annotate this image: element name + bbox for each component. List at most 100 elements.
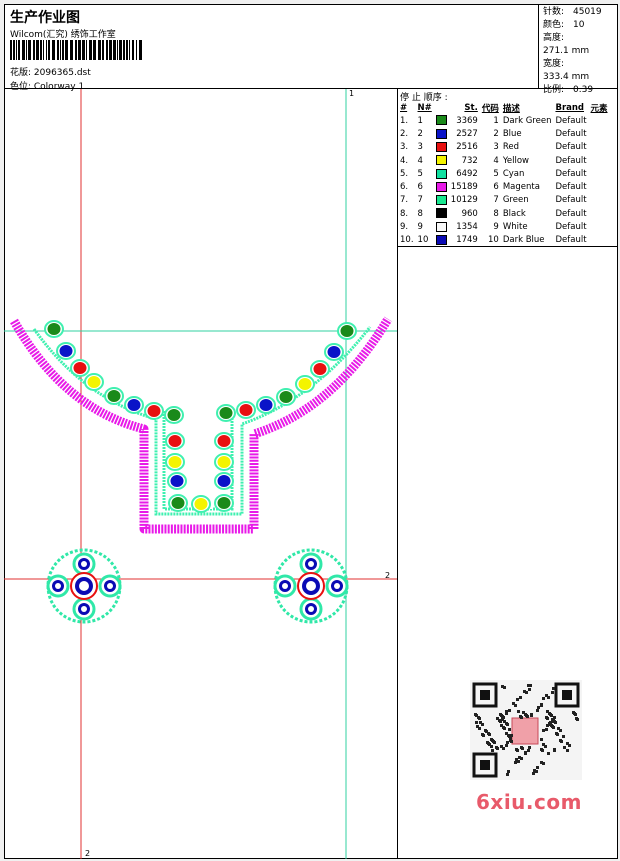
row-stitches: 2516 xyxy=(456,142,478,153)
row-element xyxy=(589,154,610,167)
row-element xyxy=(589,114,610,127)
flower-motif-right xyxy=(273,548,349,624)
design-file-label: 花版: 2096365.dst xyxy=(10,68,91,78)
row-brand: Default xyxy=(555,115,587,126)
bead xyxy=(70,359,90,377)
guide-label-2-bottom: 2 xyxy=(85,849,91,858)
row-description: Dark Green xyxy=(502,115,552,126)
row-index: 5. xyxy=(400,168,409,179)
row-code: 1 xyxy=(493,115,499,126)
row-code: 8 xyxy=(493,208,499,219)
row-brand: Default xyxy=(555,155,587,166)
table-row[interactable]: 10. 10 1749 10 Dark Blue Default xyxy=(398,234,610,247)
bead xyxy=(295,375,315,393)
row-index: 8. xyxy=(400,208,409,219)
sheet-title: 生产作业图 xyxy=(10,10,80,26)
row-stitches: 15189 xyxy=(450,182,478,193)
row-description: Dark Blue xyxy=(502,235,545,246)
bead xyxy=(144,402,164,420)
row-code: 10 xyxy=(488,235,499,246)
color-swatch xyxy=(435,115,447,126)
row-brand: Default xyxy=(555,168,587,179)
row-swatch xyxy=(434,194,449,207)
bead xyxy=(256,396,276,414)
table-row[interactable]: 8. 8 960 8 Black Default xyxy=(398,207,610,220)
bead xyxy=(324,343,344,361)
stat-width: 宽度:333.4 mm xyxy=(543,59,590,82)
row-brand: Default xyxy=(555,208,587,219)
row-element xyxy=(589,207,610,220)
bead xyxy=(236,401,256,419)
row-code: 5 xyxy=(493,168,499,179)
row-stitches: 1354 xyxy=(456,222,478,233)
row-swatch xyxy=(434,167,449,180)
bead xyxy=(164,406,184,424)
bead xyxy=(124,396,144,414)
row-stitches: 960 xyxy=(461,208,478,219)
row-needle: 4 xyxy=(417,155,423,166)
row-brand: Default xyxy=(555,222,587,233)
row-description: Red xyxy=(502,142,519,153)
row-element xyxy=(589,234,610,247)
row-description: White xyxy=(502,222,528,233)
col-header-description: 描述 xyxy=(502,103,520,114)
table-row[interactable]: 6. 6 15189 6 Magenta Default xyxy=(398,180,610,193)
table-row[interactable]: 2. 2 2527 2 Blue Default xyxy=(398,127,610,140)
stat-colors: 颜色: 10 xyxy=(543,20,585,30)
qr-code-image xyxy=(470,680,582,780)
row-description: Yellow xyxy=(502,155,530,166)
col-header-element: 元素 xyxy=(590,103,608,114)
row-code: 3 xyxy=(493,142,499,153)
row-swatch xyxy=(434,234,449,247)
row-index: 6. xyxy=(400,182,409,193)
bead xyxy=(56,342,76,360)
table-row[interactable]: 5. 5 6492 5 Cyan Default xyxy=(398,167,610,180)
row-needle: 7 xyxy=(417,195,423,206)
sheet-subtitle: Wilcom(汇究) 绣饰工作室 xyxy=(10,30,116,40)
row-code: 7 xyxy=(493,195,499,206)
col-header-brand: Brand xyxy=(555,102,585,113)
bead xyxy=(191,495,211,513)
table-row[interactable]: 7. 7 10129 7 Green Default xyxy=(398,194,610,207)
row-element xyxy=(589,180,610,193)
row-swatch xyxy=(434,127,449,140)
bead xyxy=(165,432,185,450)
row-needle: 3 xyxy=(417,142,423,153)
table-row[interactable]: 1. 1 3369 1 Dark Green Default xyxy=(398,114,610,127)
table-header-row: # N# St. 代码 描述 Brand 元素 xyxy=(398,101,610,114)
row-index: 1. xyxy=(400,115,409,126)
row-needle: 8 xyxy=(417,208,423,219)
row-needle: 2 xyxy=(417,128,423,139)
row-brand: Default xyxy=(555,142,587,153)
color-swatch xyxy=(435,221,447,232)
bead xyxy=(165,453,185,471)
color-swatch xyxy=(435,128,447,139)
design-preview-canvas[interactable]: 1 2 2 xyxy=(4,89,398,859)
embroidery-design-drawing xyxy=(4,89,397,859)
row-stitches: 732 xyxy=(461,155,478,166)
row-brand: Default xyxy=(555,182,587,193)
row-code: 9 xyxy=(493,222,499,233)
row-element xyxy=(589,127,610,140)
color-swatch xyxy=(435,235,447,246)
row-stitches: 3369 xyxy=(456,115,478,126)
row-needle: 10 xyxy=(417,235,429,246)
row-swatch xyxy=(434,154,449,167)
row-swatch xyxy=(434,114,449,127)
col-header-stitches: St. xyxy=(464,102,478,113)
table-row[interactable]: 9. 9 1354 9 White Default xyxy=(398,220,610,233)
qr-logo-stamp xyxy=(511,717,539,745)
row-index: 4. xyxy=(400,155,409,166)
col-header-index: # xyxy=(400,102,408,113)
row-element xyxy=(589,220,610,233)
row-description: Magenta xyxy=(502,182,540,193)
color-swatch xyxy=(435,168,447,179)
table-row[interactable]: 4. 4 732 4 Yellow Default xyxy=(398,154,610,167)
table-row[interactable]: 3. 3 2516 3 Red Default xyxy=(398,141,610,154)
row-index: 9. xyxy=(400,222,409,233)
bead xyxy=(214,472,234,490)
bead xyxy=(104,387,124,405)
row-code: 2 xyxy=(493,128,499,139)
bead xyxy=(310,360,330,378)
bead xyxy=(216,404,236,422)
